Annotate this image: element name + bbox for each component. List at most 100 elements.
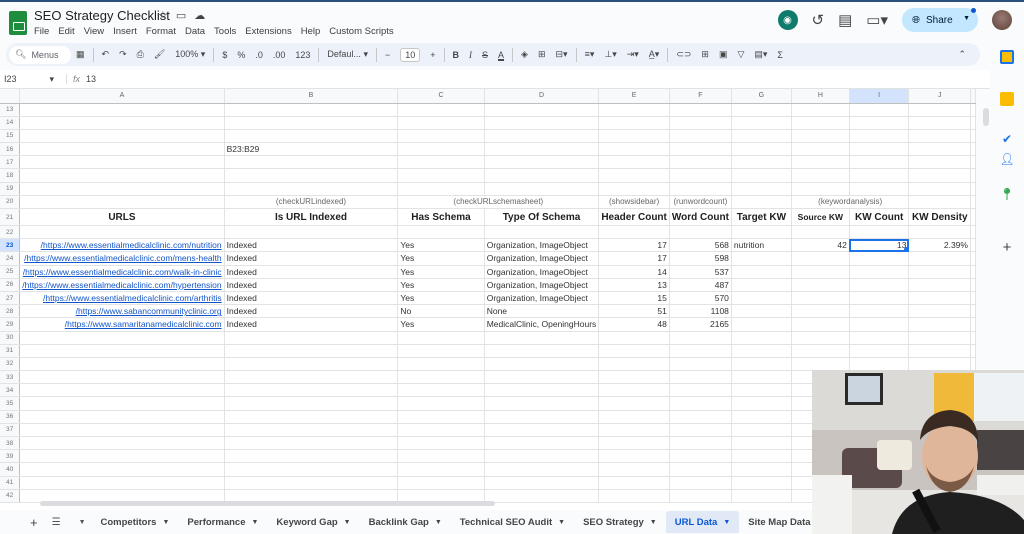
- cell[interactable]: [731, 195, 792, 210]
- cell[interactable]: [598, 168, 670, 183]
- cell[interactable]: [731, 476, 792, 490]
- function-note-wordcount[interactable]: (runwordcount): [669, 195, 732, 210]
- cell[interactable]: [849, 116, 910, 130]
- cell[interactable]: [19, 225, 225, 240]
- cell[interactable]: [731, 449, 792, 464]
- cell[interactable]: [731, 383, 792, 398]
- cell[interactable]: [484, 103, 600, 117]
- cell[interactable]: [908, 155, 971, 170]
- cell[interactable]: [669, 142, 732, 157]
- sheet-tab-menu-icon[interactable]: ▼: [558, 519, 565, 526]
- row-header[interactable]: 23: [0, 238, 21, 253]
- merge-cells-icon[interactable]: ⊟▾: [556, 49, 568, 60]
- kw-count[interactable]: [849, 304, 910, 319]
- indexed-status[interactable]: Indexed: [224, 317, 399, 332]
- menu-view[interactable]: View: [84, 26, 104, 37]
- cell[interactable]: [731, 370, 792, 385]
- row-header[interactable]: 36: [0, 410, 21, 424]
- print-icon[interactable]: ⎙: [137, 49, 144, 60]
- header-count[interactable]: 15: [598, 291, 670, 306]
- cell[interactable]: [224, 344, 399, 358]
- cell[interactable]: [669, 423, 732, 438]
- row-header[interactable]: 24: [0, 251, 21, 266]
- horizontal-align-icon[interactable]: ≡▾: [585, 49, 595, 60]
- target-kw[interactable]: nutrition: [731, 238, 792, 253]
- cell[interactable]: [19, 129, 225, 144]
- cell[interactable]: [598, 103, 670, 117]
- schema-type[interactable]: Organization, ImageObject: [484, 278, 600, 292]
- url-link[interactable]: https://www.essentialmedicalclinic.com/a…: [19, 291, 225, 306]
- cell[interactable]: [484, 116, 600, 130]
- select-all-corner[interactable]: [0, 89, 21, 104]
- target-kw[interactable]: [731, 291, 792, 306]
- cell[interactable]: [484, 489, 600, 503]
- cell[interactable]: [484, 436, 600, 451]
- cell[interactable]: [19, 436, 225, 451]
- cell[interactable]: [669, 462, 732, 477]
- row-header[interactable]: 22: [0, 225, 21, 240]
- column-header-d[interactable]: D: [484, 89, 600, 104]
- cell[interactable]: [397, 155, 485, 170]
- percent-button[interactable]: %: [237, 50, 245, 60]
- column-title-is-url-indexed[interactable]: Is URL Indexed: [224, 208, 399, 226]
- word-count[interactable]: 598: [669, 251, 732, 266]
- search-menus[interactable]: 🔍︎ Menus: [9, 45, 71, 64]
- column-title-type-of-schema[interactable]: Type Of Schema: [484, 208, 600, 226]
- row-header[interactable]: 13: [0, 103, 21, 117]
- kw-density[interactable]: [908, 251, 971, 266]
- url-link[interactable]: https://www.essentialmedicalclinic.com/n…: [19, 238, 225, 253]
- cell[interactable]: [598, 142, 670, 157]
- insert-comment-icon[interactable]: ⊞: [701, 49, 709, 60]
- cell[interactable]: [397, 142, 485, 157]
- sheet-tab-menu-icon[interactable]: ▼: [650, 519, 657, 526]
- zoom-select[interactable]: 100% ▾: [175, 49, 205, 60]
- kw-density[interactable]: [908, 317, 971, 332]
- header-count[interactable]: 17: [598, 251, 670, 266]
- url-link[interactable]: https://www.samaritanamedicalclinic.com/: [19, 317, 225, 332]
- cell[interactable]: [19, 155, 225, 170]
- source-kw[interactable]: [791, 265, 850, 279]
- cell[interactable]: [224, 370, 399, 385]
- cell[interactable]: [598, 331, 670, 345]
- name-box[interactable]: I23 ▾: [0, 74, 60, 85]
- cell[interactable]: [731, 462, 792, 477]
- cell[interactable]: [598, 462, 670, 477]
- cell[interactable]: [19, 396, 225, 411]
- cell[interactable]: [598, 489, 670, 503]
- cell[interactable]: [484, 344, 600, 358]
- cell[interactable]: [598, 370, 670, 385]
- indexed-status[interactable]: Indexed: [224, 238, 399, 253]
- currency-button[interactable]: $: [222, 50, 227, 60]
- cell[interactable]: [19, 331, 225, 345]
- has-schema[interactable]: No: [397, 304, 485, 319]
- cell[interactable]: [908, 195, 971, 210]
- cell[interactable]: [224, 155, 399, 170]
- cell[interactable]: [598, 476, 670, 490]
- target-kw[interactable]: [731, 304, 792, 319]
- function-note-schema[interactable]: (checkURLschemasheet): [397, 195, 600, 210]
- cell[interactable]: [19, 370, 225, 385]
- add-sheet-icon[interactable]: +: [30, 515, 38, 530]
- cell[interactable]: [484, 449, 600, 464]
- source-kw[interactable]: [791, 291, 850, 306]
- cell[interactable]: [598, 396, 670, 411]
- cell[interactable]: [598, 436, 670, 451]
- bold-button[interactable]: B: [453, 50, 460, 60]
- menu-help[interactable]: Help: [301, 26, 321, 37]
- column-title-has-schema[interactable]: Has Schema: [397, 208, 485, 226]
- calendar-icon[interactable]: ▦: [76, 49, 85, 60]
- column-header-j[interactable]: J: [908, 89, 971, 104]
- cell[interactable]: [19, 116, 225, 130]
- insert-chart-icon[interactable]: ▣: [719, 49, 728, 60]
- has-schema[interactable]: Yes: [397, 238, 485, 253]
- horizontal-scrollbar[interactable]: [40, 501, 495, 506]
- cell[interactable]: [397, 423, 485, 438]
- filter-views-icon[interactable]: ▤▾: [754, 49, 767, 60]
- menu-tools[interactable]: Tools: [214, 26, 236, 37]
- cell[interactable]: [397, 383, 485, 398]
- cell[interactable]: [669, 370, 732, 385]
- header-count[interactable]: 17: [598, 238, 670, 253]
- menu-insert[interactable]: Insert: [113, 26, 137, 37]
- source-kw[interactable]: [791, 304, 850, 319]
- cell[interactable]: [849, 331, 910, 345]
